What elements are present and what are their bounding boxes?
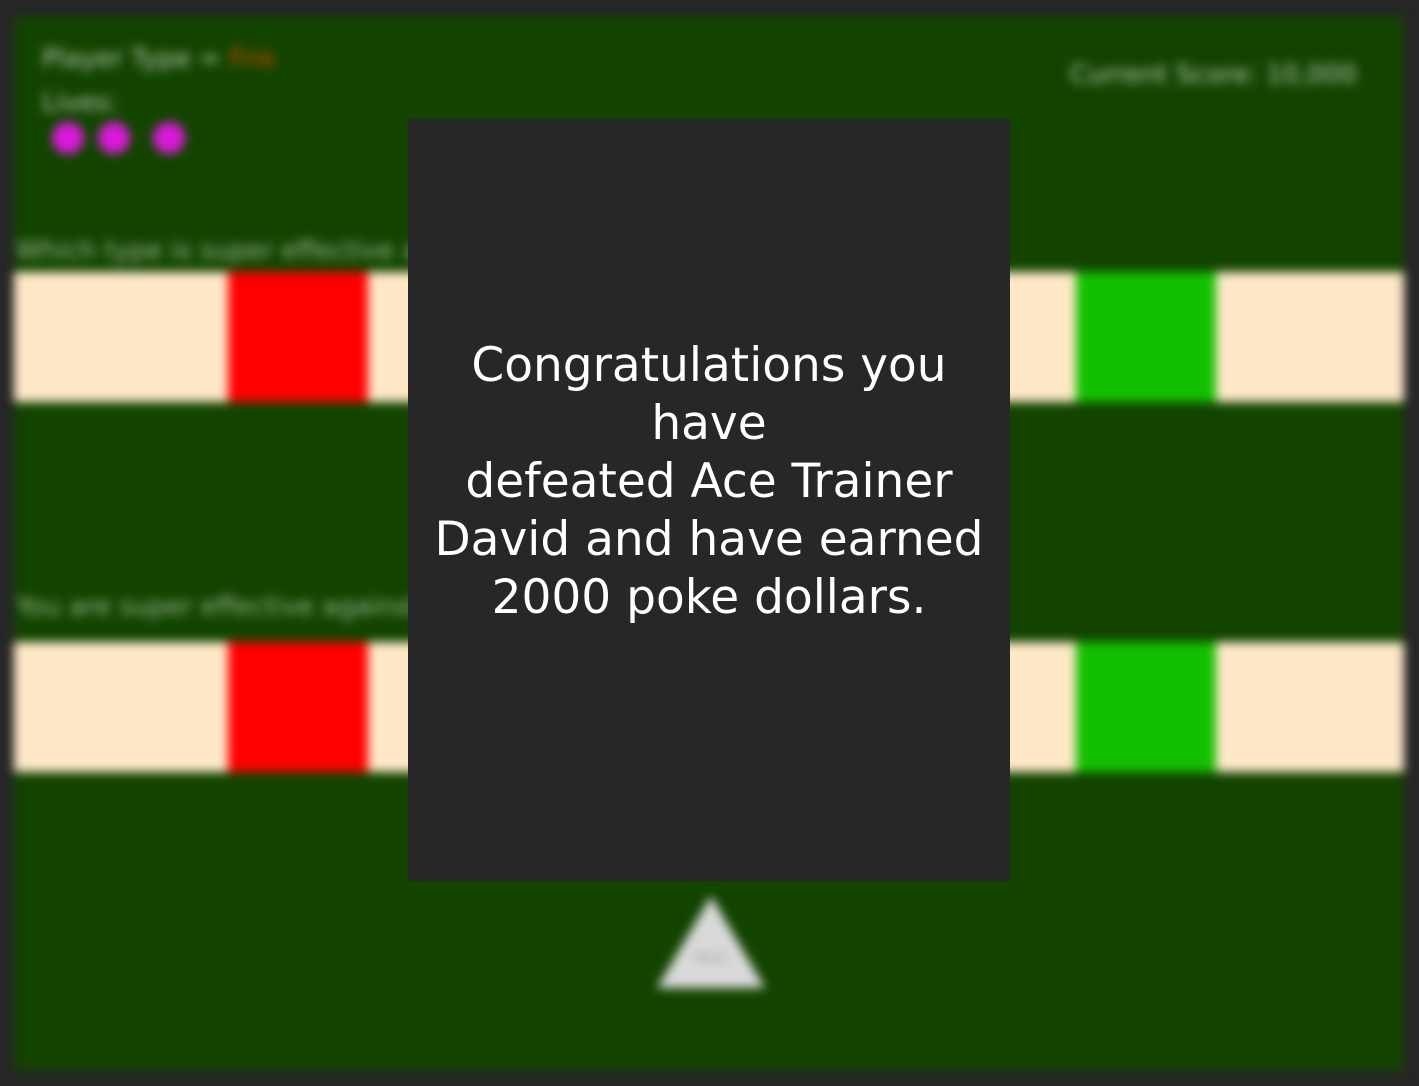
victory-message: Congratulations you have defeated Ace Tr… bbox=[434, 338, 984, 625]
lives-label: Lives: bbox=[42, 88, 118, 118]
current-score: Current Score: 10,000 bbox=[1070, 60, 1357, 90]
answer-option-wrong[interactable] bbox=[228, 642, 368, 772]
answer-option-wrong[interactable] bbox=[228, 272, 368, 402]
answer-option-correct[interactable] bbox=[1076, 272, 1216, 402]
player-type-value: Fire bbox=[229, 44, 276, 74]
answer-option-correct[interactable] bbox=[1076, 642, 1216, 772]
life-icon bbox=[52, 122, 84, 154]
player-type-label: Player Type = bbox=[42, 44, 230, 74]
next-button[interactable] bbox=[657, 896, 765, 988]
life-icon bbox=[153, 122, 185, 154]
life-icon bbox=[98, 122, 130, 154]
game-stage: Player Type = Fire Lives: Current Score:… bbox=[0, 0, 1419, 1086]
victory-modal: Congratulations you have defeated Ace Tr… bbox=[408, 119, 1010, 881]
player-type: Player Type = Fire bbox=[42, 44, 276, 74]
next-button-label: Next bbox=[694, 950, 728, 966]
